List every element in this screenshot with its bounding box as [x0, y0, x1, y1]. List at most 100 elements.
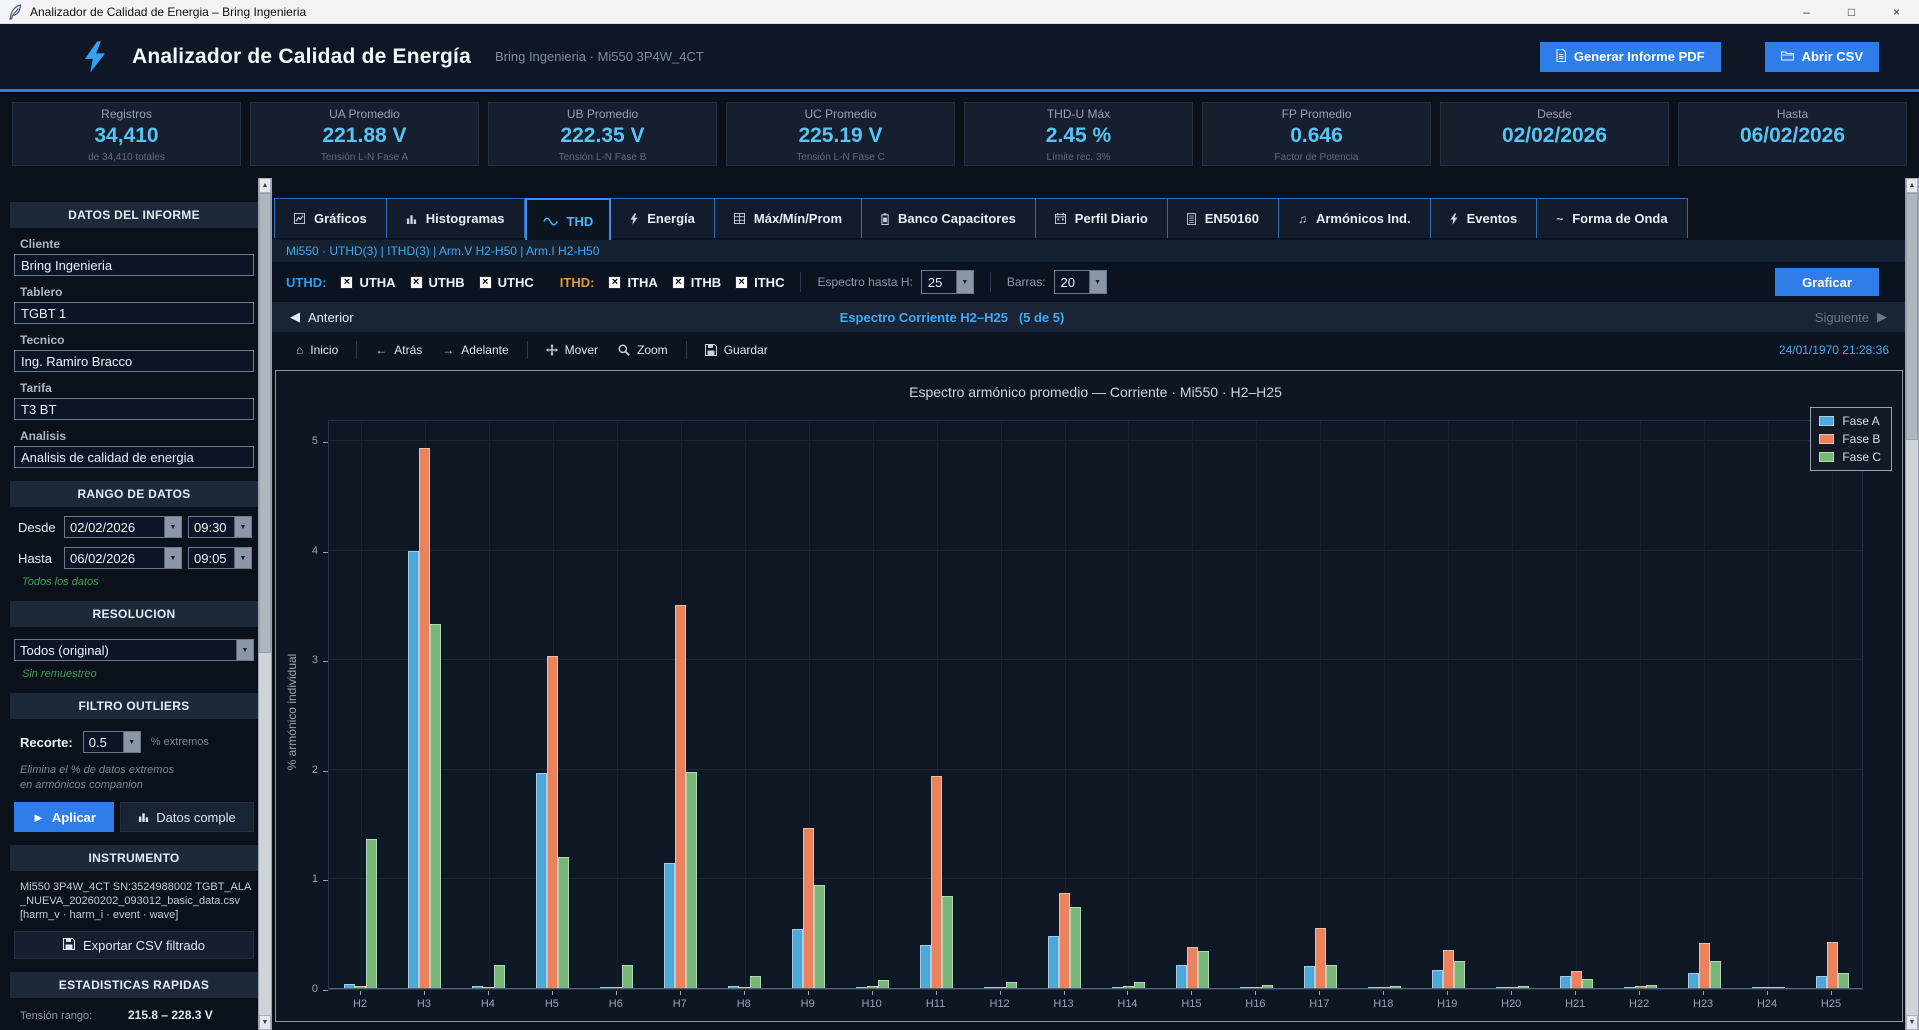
x-tick-mark — [360, 991, 361, 995]
field-input-tarifa[interactable]: T3 BT — [14, 398, 254, 420]
resolucion-select[interactable]: Todos (original) ▼ — [14, 639, 254, 661]
x-tick-mark — [1319, 991, 1320, 995]
toolbar-label: Mover — [565, 343, 598, 357]
tab-gr-ficos[interactable]: Gráficos — [274, 198, 387, 238]
main-scrollbar[interactable]: ▲ ▼ — [1905, 178, 1919, 1030]
chevron-down-icon[interactable]: ▼ — [164, 548, 181, 568]
x-tick-label: H8 — [722, 998, 766, 1010]
checkbox-ithc[interactable]: ×ITHC — [735, 275, 784, 290]
bar-h25-fase-b — [1827, 942, 1838, 989]
scrollbar-thumb[interactable] — [259, 193, 271, 653]
subtab-bar[interactable]: Mi550 · UTHD(3) | ITHD(3) | Arm.V H2-H50… — [272, 240, 1905, 262]
x-tick-mark — [1831, 991, 1832, 995]
mover-button[interactable]: Mover — [536, 343, 608, 357]
generate-pdf-button[interactable]: Generar Informe PDF — [1540, 42, 1721, 72]
checkbox-checked-icon[interactable]: × — [479, 276, 492, 289]
stat-card: Desde02/02/2026 — [1440, 102, 1669, 166]
siguiente-button[interactable]: Siguiente ▶ — [1815, 309, 1887, 325]
table-icon — [734, 213, 745, 224]
stat-card-label: UB Promedio — [567, 107, 638, 121]
tab-arm-nicos-ind-[interactable]: ♫Armónicos Ind. — [1279, 198, 1431, 238]
stat-card: UA Promedio221.88 VTensión L-N Fase A — [250, 102, 479, 166]
aplicar-button[interactable]: ► Aplicar — [14, 802, 114, 832]
chevron-down-icon[interactable]: ▼ — [123, 732, 140, 752]
espectro-spinner[interactable]: 25 ▼ — [921, 270, 974, 294]
checkbox-ithb[interactable]: ×ITHB — [672, 275, 721, 290]
open-csv-button[interactable]: Abrir CSV — [1765, 42, 1879, 72]
barras-spinner[interactable]: 20 ▼ — [1054, 270, 1107, 294]
gridline — [1704, 421, 1705, 989]
bar-h13-fase-c — [1070, 907, 1081, 989]
chevron-down-icon[interactable]: ▼ — [234, 548, 251, 568]
resolucion-note: Sin remuestreo — [22, 668, 258, 680]
scroll-down-icon[interactable]: ▼ — [1906, 1015, 1918, 1030]
tab-m-x-m-n-prom[interactable]: Máx/Mín/Prom — [715, 198, 862, 238]
checkbox-uthb[interactable]: ×UTHB — [410, 275, 465, 290]
histogram-icon — [406, 213, 417, 224]
checkbox-checked-icon[interactable]: × — [672, 276, 685, 289]
checkbox-uthc[interactable]: ×UTHC — [479, 275, 534, 290]
tab-energ-a[interactable]: Energía — [611, 198, 715, 238]
checkbox-checked-icon[interactable]: × — [340, 276, 353, 289]
checkbox-utha[interactable]: ×UTHA — [340, 275, 395, 290]
guardar-button[interactable]: Guardar — [695, 343, 778, 357]
scroll-up-icon[interactable]: ▲ — [259, 178, 271, 193]
checkbox-checked-icon[interactable]: × — [608, 276, 621, 289]
graficar-button[interactable]: Graficar — [1775, 268, 1879, 296]
tab-banco-capacitores[interactable]: Banco Capacitores — [862, 198, 1036, 238]
atrás-button[interactable]: ←Atrás — [365, 343, 432, 357]
tab-eventos[interactable]: Eventos — [1431, 198, 1538, 238]
tab-forma-de-onda[interactable]: ~Forma de Onda — [1537, 198, 1687, 238]
chevron-down-icon[interactable]: ▼ — [234, 517, 251, 537]
tab-label: Perfil Diario — [1075, 211, 1148, 226]
chevron-down-icon[interactable]: ▼ — [1089, 271, 1106, 293]
field-label: Tarifa — [20, 381, 258, 395]
adelante-button[interactable]: →Adelante — [432, 343, 518, 357]
stat-card: UB Promedio222.35 VTensión L-N Fase B — [488, 102, 717, 166]
chevron-down-icon[interactable]: ▼ — [956, 271, 973, 293]
datos-completos-button[interactable]: Datos comple — [120, 802, 254, 832]
desde-date-combo[interactable]: 02/02/2026 ▼ — [64, 516, 182, 538]
tab-perfil-diario[interactable]: Perfil Diario — [1036, 198, 1168, 238]
grid-icon — [1187, 213, 1196, 225]
field-input-tablero[interactable]: TGBT 1 — [14, 302, 254, 324]
inicio-button[interactable]: ⌂Inicio — [286, 343, 348, 357]
sidebar-scrollbar[interactable]: ▲ ▼ — [258, 178, 272, 1030]
zoom-button[interactable]: Zoom — [608, 343, 678, 357]
recorte-spinner[interactable]: 0.5 ▼ — [83, 731, 141, 753]
close-button[interactable]: × — [1874, 0, 1919, 23]
field-input-cliente[interactable]: Bring Ingenieria — [14, 254, 254, 276]
field-input-tecnico[interactable]: Ing. Ramiro Bracco — [14, 350, 254, 372]
chart-canvas[interactable]: Espectro armónico promedio — Corriente ·… — [275, 370, 1903, 1022]
chevron-down-icon[interactable]: ▼ — [236, 640, 253, 660]
gridline — [361, 421, 362, 989]
desde-label: Desde — [18, 520, 58, 535]
bar-h4-fase-c — [494, 965, 505, 989]
scroll-down-icon[interactable]: ▼ — [259, 1015, 271, 1030]
scroll-up-icon[interactable]: ▲ — [1906, 178, 1918, 193]
stat-card-label: UA Promedio — [329, 107, 400, 121]
anterior-button[interactable]: ◀ Anterior — [290, 309, 354, 325]
scrollbar-thumb[interactable] — [1906, 193, 1918, 440]
minimize-button[interactable]: – — [1784, 0, 1829, 23]
checkbox-checked-icon[interactable]: × — [410, 276, 423, 289]
field-input-analisis[interactable]: Analisis de calidad de energia — [14, 446, 254, 468]
maximize-button[interactable]: □ — [1829, 0, 1874, 23]
checkbox-checked-icon[interactable]: × — [735, 276, 748, 289]
y-tick-mark — [323, 880, 328, 881]
chevron-down-icon[interactable]: ▼ — [164, 517, 181, 537]
x-tick-mark — [1255, 991, 1256, 995]
tab-histogramas[interactable]: Histogramas — [387, 198, 525, 238]
document-icon — [1556, 49, 1566, 65]
x-tick-mark — [1447, 991, 1448, 995]
desde-time-combo[interactable]: 09:30 ▼ — [188, 516, 252, 538]
hasta-time-combo[interactable]: 09:05 ▼ — [188, 547, 252, 569]
tab-thd[interactable]: THD — [525, 198, 612, 242]
gridline — [329, 440, 1862, 441]
tab-en50160[interactable]: EN50160 — [1168, 198, 1279, 238]
checkbox-itha[interactable]: ×ITHA — [608, 275, 657, 290]
export-csv-button[interactable]: Exportar CSV filtrado — [14, 931, 254, 959]
stat-card-label: FP Promedio — [1282, 107, 1352, 121]
hasta-date-combo[interactable]: 06/02/2026 ▼ — [64, 547, 182, 569]
section-header-rango: RANGO DE DATOS — [10, 481, 258, 507]
